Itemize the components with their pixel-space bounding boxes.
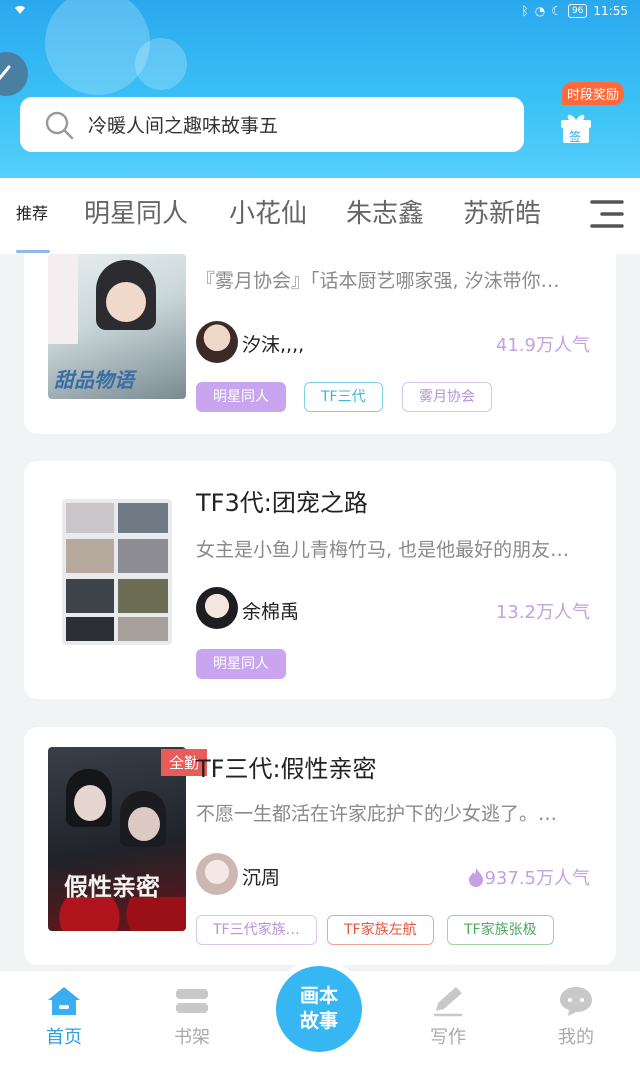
tag[interactable]: TF三代 (304, 382, 383, 412)
write-icon (434, 987, 462, 1017)
popularity: 937.5万人气 (484, 868, 590, 889)
draw-story-line1: 画本 (299, 985, 338, 1007)
tab-suxinhao[interactable]: 苏新皓 (463, 178, 541, 254)
wifi-icon (14, 4, 26, 18)
draw-story-line2: 故事 (299, 1010, 338, 1032)
author-avatar (196, 321, 238, 363)
header: ᛒ ◔ ☾ 96 11:55 冷暖人间之趣味故事五 时段奖励 签 (0, 0, 640, 178)
battery-indicator: 96 (567, 4, 588, 18)
nav-shelf[interactable]: 书架 (152, 985, 232, 1049)
edit-fab-button[interactable] (0, 52, 28, 96)
tag[interactable]: TF三代家族… (196, 915, 317, 945)
story-card[interactable]: 甜品物语 『雾月协会』「话本厨艺哪家强, 汐沫带你… 汐沫,,,, 41.9万人… (24, 254, 616, 434)
story-title: TF3代:团宠之路 (196, 489, 368, 517)
cover-title: 甜品物语 (54, 368, 134, 392)
fire-icon (469, 868, 484, 887)
gift-label: 签 (569, 130, 582, 144)
story-card[interactable]: TF3代:团宠之路 女主是小鱼儿青梅竹马, 也是他最好的朋友… 余棉禹 13.2… (24, 461, 616, 699)
pencil-icon (0, 65, 11, 81)
bluetooth-icon: ᛒ (521, 4, 529, 18)
draw-story-button[interactable]: 画本 故事 (276, 966, 362, 1052)
search-bar[interactable]: 冷暖人间之趣味故事五 (20, 97, 524, 152)
nav-write-label: 写作 (430, 1027, 466, 1048)
story-title: TF三代:假性亲密 (196, 755, 377, 783)
story-cover: 甜品物语 (48, 254, 186, 399)
nav-mine-label: 我的 (558, 1027, 594, 1048)
reward-badge: 时段奖励 (562, 82, 625, 105)
menu-icon[interactable] (588, 198, 626, 230)
author-name: 汐沫,,,, (242, 334, 305, 356)
tag[interactable]: TF家族张极 (447, 915, 554, 945)
bookshelf-icon (176, 989, 208, 1013)
nav-shelf-label: 书架 (174, 1027, 210, 1048)
author-avatar (196, 587, 238, 629)
active-tab-indicator (16, 250, 50, 253)
story-desc: 女主是小鱼儿青梅竹马, 也是他最好的朋友… (196, 539, 570, 561)
story-cover (62, 499, 172, 645)
tab-xiaohuaxian[interactable]: 小花仙 (229, 178, 307, 254)
time-reward-button[interactable]: 时段奖励 签 (556, 82, 626, 152)
author-name: 余棉禹 (242, 601, 300, 623)
popularity-hot: 937.5万人气 (468, 864, 590, 890)
home-icon (48, 987, 80, 1015)
nav-write[interactable]: 写作 (408, 985, 488, 1049)
nav-home[interactable]: 首页 (24, 985, 104, 1049)
tab-recommend[interactable]: 推荐 (16, 178, 48, 254)
story-desc: 『雾月协会』「话本厨艺哪家强, 汐沫带你… (196, 270, 560, 292)
status-bar: ᛒ ◔ ☾ 96 11:55 (0, 0, 640, 24)
chat-bubble-icon (560, 987, 592, 1016)
moon-icon: ☾ (551, 4, 562, 18)
search-placeholder: 冷暖人间之趣味故事五 (88, 115, 279, 137)
tab-star-fanfic[interactable]: 明星同人 (84, 178, 188, 254)
popularity: 13.2万人气 (495, 602, 590, 623)
cover-title: 假性亲密 (64, 873, 160, 901)
story-desc: 不愿一生都活在许家庇护下的少女逃了。… (196, 803, 558, 825)
nav-home-label: 首页 (46, 1027, 82, 1048)
popularity: 41.9万人气 (495, 335, 590, 356)
mute-icon: ◔ (534, 4, 546, 18)
decor-bubble-small (135, 38, 187, 90)
category-tabs: 推荐 明星同人 小花仙 朱志鑫 苏新皓 (0, 178, 640, 254)
tag[interactable]: 雾月协会 (402, 382, 492, 412)
tag[interactable]: 明星同人 (196, 382, 286, 412)
tab-zhuzhixin[interactable]: 朱志鑫 (346, 178, 424, 254)
author-name: 沉周 (242, 867, 281, 889)
clock: 11:55 (593, 4, 628, 18)
author-avatar (196, 853, 238, 895)
nav-mine[interactable]: 我的 (536, 985, 616, 1049)
tag[interactable]: TF家族左航 (327, 915, 434, 945)
tag[interactable]: 明星同人 (196, 649, 286, 679)
search-icon (45, 111, 74, 139)
story-card[interactable]: 假性亲密 全勤 TF三代:假性亲密 不愿一生都活在许家庇护下的少女逃了。… 沉周… (24, 727, 616, 965)
